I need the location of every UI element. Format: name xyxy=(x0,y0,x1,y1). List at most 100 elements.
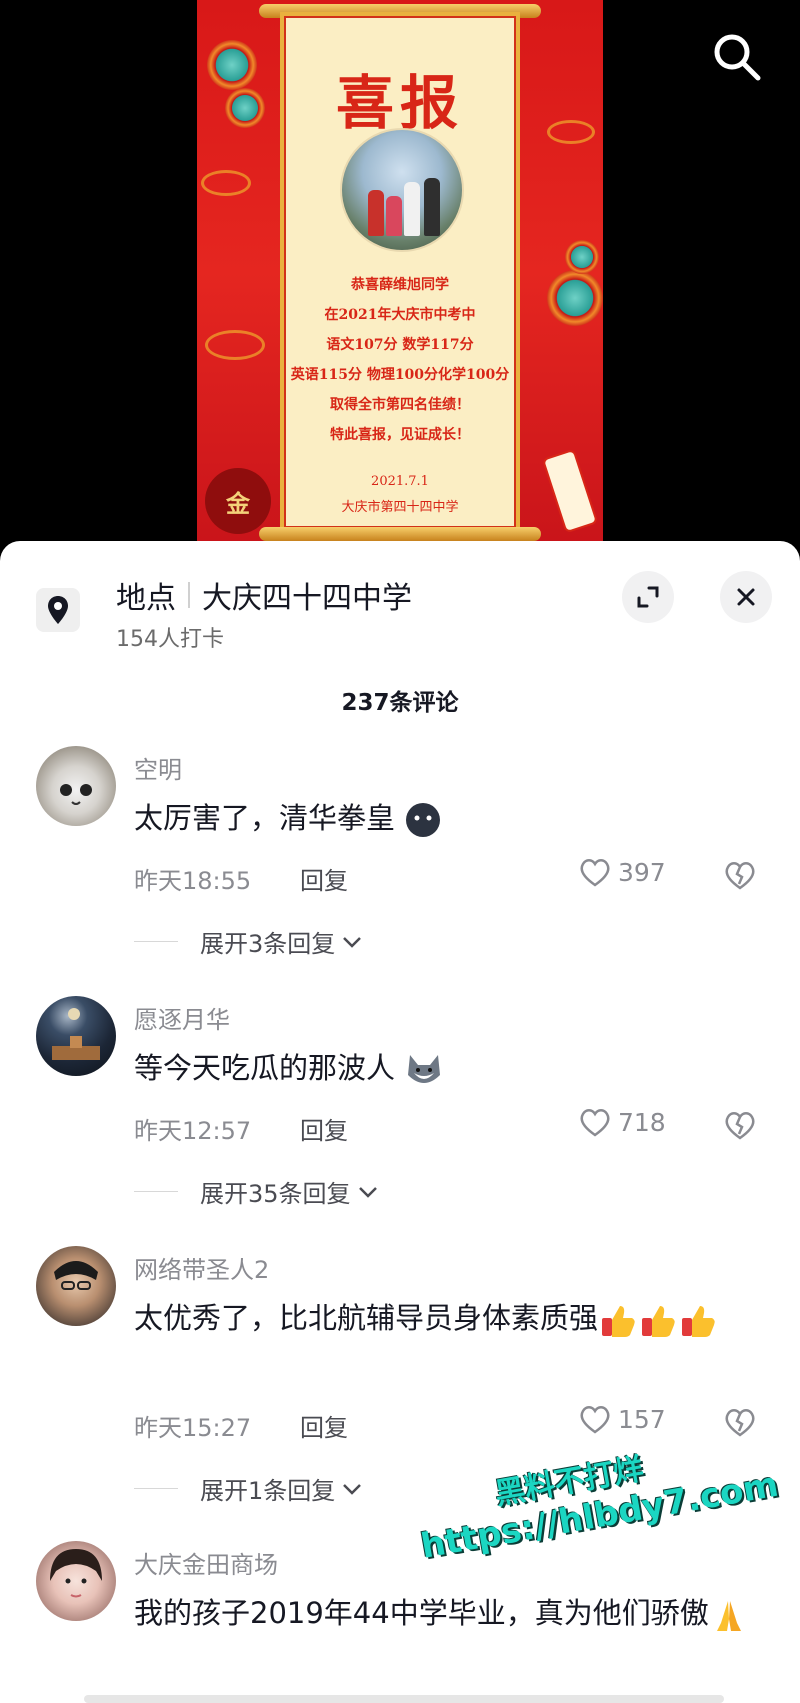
avatar[interactable] xyxy=(36,746,116,826)
chevron-down-icon xyxy=(358,1186,377,1198)
location-pin-icon xyxy=(48,596,68,624)
avatar[interactable] xyxy=(36,996,116,1076)
dislike-button[interactable] xyxy=(722,1108,758,1144)
poster-line: 恭喜薛维旭同学 xyxy=(351,277,449,293)
search-icon xyxy=(714,34,761,81)
poster-seal xyxy=(541,448,599,534)
location-label: 地点 xyxy=(116,581,176,616)
poster-calligraphy-mark: 金 xyxy=(205,468,271,534)
poster-line: 语文107分 数学117分 xyxy=(326,337,474,353)
chevron-down-icon xyxy=(343,1483,362,1495)
comment-body: 我的孩子2019年44中学毕业，真为他们骄傲 xyxy=(134,1596,709,1630)
poster-line: 在2021年大庆市中考中 xyxy=(324,307,476,323)
comment-text: 我的孩子2019年44中学毕业，真为他们骄傲 xyxy=(134,1587,764,1639)
location-title: 地点 大庆四十四中学 xyxy=(116,573,412,617)
thumbs-up-emoji xyxy=(682,1306,715,1337)
comment-body: 等今天吃瓜的那波人 xyxy=(134,1051,396,1085)
expand-replies-label: 展开3条回复 xyxy=(200,930,336,958)
comment-item: 空明 太厉害了，清华拳皇 昨天18:55 回复 397 展开3条回复 xyxy=(0,746,800,986)
avatar[interactable] xyxy=(36,1246,116,1326)
like-count: 718 xyxy=(618,1107,666,1137)
comment-username[interactable]: 网络带圣人2 xyxy=(134,1250,269,1285)
person-figure xyxy=(386,196,402,236)
comment-username[interactable]: 空明 xyxy=(134,750,182,785)
location-checkins: 154人打卡 xyxy=(116,627,224,652)
search-button[interactable] xyxy=(708,28,766,86)
pray-emoji xyxy=(716,1601,741,1631)
expand-replies[interactable]: 展开35条回复 xyxy=(134,1174,379,1209)
decor-cloud xyxy=(205,330,265,360)
heart-icon xyxy=(580,1109,610,1137)
scroll-paper: 喜报 恭喜薛维旭同学 在2021年大庆市中考中 语文107分 数学117分 英语… xyxy=(280,12,520,532)
like-count: 157 xyxy=(618,1404,666,1434)
broken-heart-icon xyxy=(725,862,755,890)
comment-username[interactable]: 大庆金田商场 xyxy=(134,1545,278,1580)
poster-line: 特此喜报，见证成长！ xyxy=(330,427,470,443)
close-button[interactable] xyxy=(720,571,772,623)
comment-item: 愿逐月华 等今天吃瓜的那波人 昨天12:57 回复 718 展开35条回复 xyxy=(0,996,800,1236)
comment-item: 大庆金田商场 我的孩子2019年44中学毕业，真为他们骄傲 xyxy=(0,1541,800,1691)
reply-button[interactable]: 回复 xyxy=(300,1111,348,1146)
chevron-down-icon xyxy=(343,936,362,948)
thumbs-up-emoji xyxy=(642,1306,675,1337)
comment-time: 昨天18:55 xyxy=(134,867,252,895)
comment-text: 太优秀了，比北航辅导员身体素质强 xyxy=(134,1292,774,1344)
decor-cloud xyxy=(547,120,595,144)
decor-cloud xyxy=(201,170,251,196)
reply-button[interactable]: 回复 xyxy=(300,1408,348,1443)
poster-line: 取得全市第四名佳绩！ xyxy=(330,397,470,413)
comment-text: 太厉害了，清华拳皇 xyxy=(134,792,774,844)
broken-heart-icon xyxy=(725,1112,755,1140)
location-name[interactable]: 大庆四十四中学 xyxy=(202,573,412,617)
comment-time: 昨天15:27 xyxy=(134,1414,252,1442)
dislike-button[interactable] xyxy=(722,858,758,894)
dark-face-emoji xyxy=(406,803,441,837)
cat-avatar-icon xyxy=(60,784,92,805)
husky-emoji xyxy=(408,1055,441,1083)
person-figure xyxy=(404,182,420,236)
decor-flower xyxy=(565,240,599,274)
location-row[interactable]: 地点 大庆四十四中学 154人打卡 xyxy=(0,541,800,653)
expand-replies-label: 展开35条回复 xyxy=(200,1180,351,1208)
expand-replies-label: 展开1条回复 xyxy=(200,1477,336,1505)
poster-photo xyxy=(340,128,464,252)
avatar[interactable] xyxy=(36,1541,116,1621)
divider xyxy=(134,1488,178,1489)
comment-time: 昨天12:57 xyxy=(134,1117,252,1145)
like-button[interactable]: 157 xyxy=(578,1403,666,1435)
heart-icon xyxy=(580,1406,610,1434)
comment-text: 等今天吃瓜的那波人 xyxy=(134,1042,774,1094)
comment-sheet: 地点 大庆四十四中学 154人打卡 237条评论 空明 太厉害了，清华拳皇 昨天… xyxy=(0,541,800,1703)
woman-avatar-icon xyxy=(50,1549,102,1598)
location-pin xyxy=(36,588,80,632)
divider xyxy=(134,941,178,942)
comment-body: 太优秀了，比北航辅导员身体素质强 xyxy=(134,1301,599,1335)
person-avatar-icon xyxy=(54,1261,98,1290)
heart-icon xyxy=(580,859,610,887)
expand-replies[interactable]: 展开1条回复 xyxy=(134,1471,363,1506)
poster-image: 喜报 恭喜薛维旭同学 在2021年大庆市中考中 语文107分 数学117分 英语… xyxy=(197,0,603,545)
night-scene-avatar-icon xyxy=(52,1008,100,1060)
poster-school: 大庆市第四十四中学 xyxy=(341,500,459,515)
person-figure xyxy=(368,190,384,236)
comment-body: 太厉害了，清华拳皇 xyxy=(134,801,396,835)
divider xyxy=(134,1191,178,1192)
poster-date: 2021.7.1 xyxy=(371,474,429,489)
like-button[interactable]: 397 xyxy=(578,856,666,888)
video-area[interactable]: 喜报 恭喜薛维旭同学 在2021年大庆市中考中 语文107分 数学117分 英语… xyxy=(0,0,800,545)
bottom-input-bar[interactable] xyxy=(84,1695,724,1703)
decor-flower xyxy=(547,270,603,326)
reply-button[interactable]: 回复 xyxy=(300,861,348,896)
poster-line: 英语115分 物理100分化学100分 xyxy=(290,367,510,383)
person-figure xyxy=(424,178,440,236)
decor-flower xyxy=(225,88,265,128)
thumbs-up-emoji xyxy=(602,1306,635,1337)
expand-button[interactable] xyxy=(622,571,674,623)
close-icon xyxy=(737,588,755,606)
scroll-rod xyxy=(259,527,541,541)
expand-icon xyxy=(637,586,659,608)
like-button[interactable]: 718 xyxy=(578,1106,666,1138)
comment-username[interactable]: 愿逐月华 xyxy=(134,1000,230,1035)
decor-flower xyxy=(207,40,257,90)
expand-replies[interactable]: 展开3条回复 xyxy=(134,924,363,959)
